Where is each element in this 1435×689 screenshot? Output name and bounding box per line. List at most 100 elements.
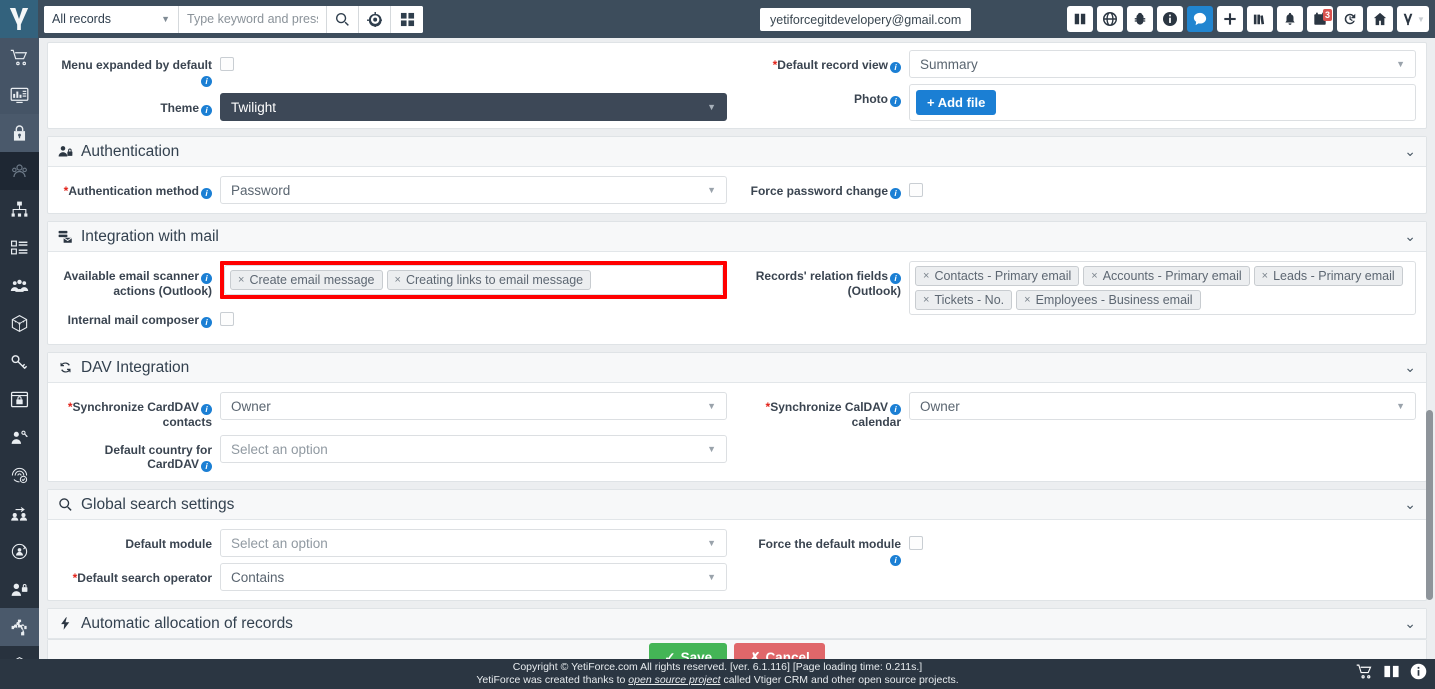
- chevron-down-icon: ▼: [707, 444, 716, 454]
- sidebar-item-hierarchy[interactable]: [0, 190, 39, 228]
- save-button[interactable]: ✓ Save: [649, 642, 728, 660]
- remove-token-icon[interactable]: ×: [1262, 270, 1268, 282]
- sidebar-item-security[interactable]: [0, 114, 39, 152]
- chevron-down-icon[interactable]: ⌄: [1404, 615, 1416, 632]
- email-scanner-token-box[interactable]: × Create email message × Creating links …: [224, 265, 723, 295]
- chat-icon-button[interactable]: [1187, 6, 1213, 32]
- force-default-module-label: Force the default modulei: [758, 537, 901, 566]
- bell-icon-button[interactable]: [1277, 6, 1303, 32]
- synchronize-carddav-contacts-select[interactable]: Owner ▼: [220, 392, 727, 420]
- remove-token-icon[interactable]: ×: [395, 274, 401, 286]
- vertical-scrollbar-thumb[interactable]: [1426, 410, 1433, 600]
- token-employees-business-email[interactable]: × Employees - Business email: [1016, 290, 1201, 310]
- globe-icon-button[interactable]: [1097, 6, 1123, 32]
- sidebar-item-window-lock[interactable]: [0, 380, 39, 418]
- default-search-operator-select[interactable]: Contains ▼: [220, 563, 727, 591]
- info-icon[interactable]: i: [890, 273, 901, 284]
- record-scope-select[interactable]: All records ▼: [44, 5, 179, 33]
- force-default-module-checkbox[interactable]: [909, 536, 923, 550]
- info-icon[interactable]: i: [201, 105, 212, 116]
- records-relation-token-box[interactable]: × Contacts - Primary email × Accounts - …: [909, 261, 1416, 315]
- authentication-panel: Authentication ⌄ *Authentication method i…: [47, 136, 1427, 214]
- add-file-button[interactable]: + Add file: [916, 90, 997, 115]
- user-menu-button[interactable]: ▼: [1397, 6, 1429, 32]
- authentication-method-select[interactable]: Password ▼: [220, 176, 727, 204]
- app-grid-button[interactable]: [391, 5, 423, 33]
- default-module-select[interactable]: Select an option ▼: [220, 529, 727, 557]
- search-input[interactable]: [179, 5, 327, 33]
- info-icon[interactable]: i: [890, 188, 901, 199]
- default-record-view-select[interactable]: Summary ▼: [909, 50, 1416, 78]
- info-icon[interactable]: i: [201, 76, 212, 87]
- chevron-down-icon[interactable]: ⌄: [1404, 496, 1416, 513]
- chevron-down-icon[interactable]: ⌄: [1404, 228, 1416, 245]
- history-icon-button[interactable]: [1337, 6, 1363, 32]
- automatic-allocation-header[interactable]: Automatic allocation of records ⌄: [48, 609, 1426, 639]
- global-search-settings-header[interactable]: Global search settings ⌄: [48, 490, 1426, 520]
- home-icon-button[interactable]: [1367, 6, 1393, 32]
- info-icon[interactable]: i: [890, 62, 901, 73]
- synchronize-caldav-calendar-select[interactable]: Owner ▼: [909, 392, 1416, 420]
- token-creating-links-to-email-message[interactable]: × Creating links to email message: [386, 270, 592, 290]
- dav-integration-header[interactable]: DAV Integration ⌄: [48, 353, 1426, 383]
- info-icon[interactable]: i: [890, 404, 901, 415]
- chevron-down-icon[interactable]: ⌄: [1404, 143, 1416, 160]
- sidebar-item-list[interactable]: [0, 228, 39, 266]
- mail-integration-header[interactable]: Integration with mail ⌄: [48, 222, 1426, 252]
- search-submit-button[interactable]: [327, 5, 359, 33]
- remove-token-icon[interactable]: ×: [1091, 270, 1097, 282]
- token-leads-primary-email[interactable]: × Leads - Primary email: [1253, 266, 1403, 286]
- sidebar-item-team[interactable]: [0, 266, 39, 304]
- mail-integration-title: Integration with mail: [81, 227, 219, 245]
- sidebar-item-cube-network[interactable]: [0, 304, 39, 342]
- advanced-search-button[interactable]: [359, 5, 391, 33]
- info-icon[interactable]: i: [201, 404, 212, 415]
- remove-token-icon[interactable]: ×: [923, 294, 929, 306]
- force-password-change-checkbox[interactable]: [909, 183, 923, 197]
- token-contacts-primary-email[interactable]: × Contacts - Primary email: [915, 266, 1080, 286]
- bug-icon-button[interactable]: [1127, 6, 1153, 32]
- force-default-module-row: Force the default modulei: [737, 526, 1426, 569]
- sidebar-item-user-share[interactable]: [0, 494, 39, 532]
- sidebar-item-key[interactable]: [0, 342, 39, 380]
- info-icon[interactable]: [1410, 663, 1427, 685]
- mail-left-column: Available email scanner i actions (Outloo…: [48, 258, 737, 334]
- sidebar-item-user-lock[interactable]: [0, 570, 39, 608]
- calendar-icon-button[interactable]: 3: [1307, 6, 1333, 32]
- token-accounts-primary-email[interactable]: × Accounts - Primary email: [1083, 266, 1250, 286]
- cart-icon[interactable]: [1356, 663, 1373, 685]
- info-icon[interactable]: i: [890, 96, 901, 107]
- token-tickets-no[interactable]: × Tickets - No.: [915, 290, 1013, 310]
- info-icon[interactable]: i: [890, 555, 901, 566]
- token-create-email-message[interactable]: × Create email message: [230, 270, 383, 290]
- remove-token-icon[interactable]: ×: [1024, 294, 1030, 306]
- sidebar-item-fingerprint[interactable]: [0, 456, 39, 494]
- remove-token-icon[interactable]: ×: [923, 270, 929, 282]
- theme-select[interactable]: Twilight ▼: [220, 93, 727, 121]
- open-source-project-link[interactable]: open source project: [628, 674, 720, 686]
- authentication-header[interactable]: Authentication ⌄: [48, 137, 1426, 167]
- library-icon-button[interactable]: [1247, 6, 1273, 32]
- sidebar-item-users-group[interactable]: [0, 152, 39, 190]
- book-icon[interactable]: [1383, 663, 1400, 685]
- default-country-carddav-select[interactable]: Select an option ▼: [220, 435, 727, 463]
- sidebar-item-cart[interactable]: [0, 38, 39, 76]
- sidebar-item-user-key[interactable]: [0, 418, 39, 456]
- book-icon-button[interactable]: [1067, 6, 1093, 32]
- user-email-display[interactable]: yetiforcegitdevelopery@gmail.com: [760, 8, 972, 31]
- info-icon[interactable]: i: [201, 273, 212, 284]
- info-icon-button[interactable]: [1157, 6, 1183, 32]
- cancel-button[interactable]: ✗ Cancel: [734, 642, 825, 660]
- chevron-down-icon[interactable]: ⌄: [1404, 359, 1416, 376]
- plus-icon-button[interactable]: [1217, 6, 1243, 32]
- menu-expanded-checkbox[interactable]: [220, 57, 234, 71]
- yetiforce-logo[interactable]: [0, 0, 38, 38]
- remove-token-icon[interactable]: ×: [238, 274, 244, 286]
- sidebar-item-dashboard[interactable]: [0, 76, 39, 114]
- info-icon[interactable]: i: [201, 317, 212, 328]
- sidebar-item-user-sync[interactable]: [0, 532, 39, 570]
- info-icon[interactable]: i: [201, 461, 212, 472]
- sidebar-item-puzzle[interactable]: [0, 608, 39, 646]
- internal-mail-composer-checkbox[interactable]: [220, 312, 234, 326]
- info-icon[interactable]: i: [201, 188, 212, 199]
